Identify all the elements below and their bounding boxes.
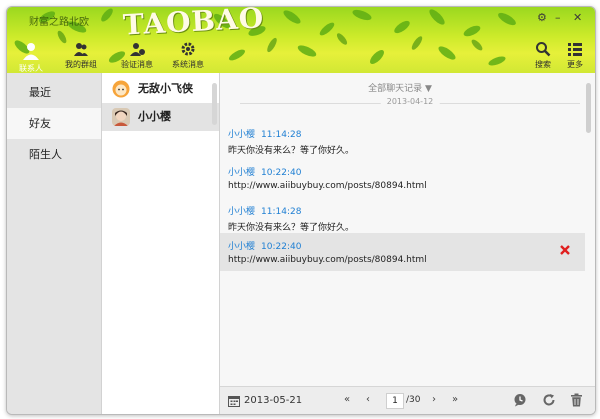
list-icon xyxy=(568,43,582,56)
trash-icon[interactable] xyxy=(570,393,583,407)
verify-icon xyxy=(130,43,145,56)
system-icon xyxy=(181,42,195,56)
friend-list: 无敌小飞侠 小小樱 xyxy=(102,73,220,414)
last-page-button[interactable]: » xyxy=(452,394,458,405)
pagination-bar: 2013-05-21 « ‹ 1 /30 › » xyxy=(220,386,595,414)
separator-date: 2013-04-12 xyxy=(380,97,440,106)
chat-history-window: 财富之路北欧 TAOBAO ⚙ – ✕ 联系人 我的群组 验证消息 系统消息 搜… xyxy=(6,6,596,415)
toolbar-contacts-label: 联系人 xyxy=(19,64,43,73)
toolbar-search-label: 搜索 xyxy=(535,60,551,69)
minimize-button[interactable]: – xyxy=(555,11,561,24)
toolbar-verify-label: 验证消息 xyxy=(121,60,153,69)
person-icon xyxy=(23,43,39,60)
toolbar-verify[interactable]: 验证消息 xyxy=(111,41,163,70)
toolbar-system[interactable]: 系统消息 xyxy=(163,41,213,70)
message-text: 昨天你没有来么？等了你好久。 xyxy=(228,146,355,156)
message-time: 11:14:28 xyxy=(261,207,302,217)
message-sender: 小小樱 xyxy=(228,168,256,178)
category-sidebar: 最近 好友 陌生人 xyxy=(7,73,102,414)
message-meta: 小小樱 11:14:28 xyxy=(228,204,585,217)
message-time: 11:14:28 xyxy=(261,130,302,140)
chat-history-panel: 全部聊天记录 ▼ 2013-04-12 小小樱 11:14:28 昨天你没有来么？… xyxy=(220,73,595,414)
page-total: /30 xyxy=(406,395,421,405)
avatar xyxy=(112,108,130,126)
avatar xyxy=(112,80,130,98)
search-icon xyxy=(536,42,551,57)
toolbar-search[interactable]: 搜索 xyxy=(529,41,557,70)
message-meta: 小小樱 10:22:40 xyxy=(228,239,585,252)
selected-date[interactable]: 2013-05-21 xyxy=(244,395,302,406)
delete-icon[interactable] xyxy=(559,244,571,256)
message-sender: 小小樱 xyxy=(228,242,256,252)
history-bubble-icon[interactable] xyxy=(513,393,527,407)
friend-name: 无敌小飞侠 xyxy=(138,82,193,95)
history-filter-dropdown[interactable]: 全部聊天记录 ▼ xyxy=(220,81,580,94)
toolbar-more[interactable]: 更多 xyxy=(561,41,589,70)
group-icon xyxy=(74,43,88,56)
message-meta: 小小樱 10:22:40 xyxy=(228,165,585,178)
message-item[interactable]: 小小樱 11:14:28 昨天你没有来么？等了你好久。 xyxy=(220,125,585,161)
first-page-button[interactable]: « xyxy=(344,394,350,405)
message-text: 昨天你没有来么？等了你好久。 xyxy=(228,223,355,233)
message-item[interactable]: 小小樱 10:22:40 http://www.aiibuybuy.com/pos… xyxy=(220,163,585,199)
close-button[interactable]: ✕ xyxy=(573,11,582,24)
toolbar-groups[interactable]: 我的群组 xyxy=(57,41,105,70)
toolbar-system-label: 系统消息 xyxy=(172,60,204,69)
friend-scrollbar[interactable] xyxy=(212,83,217,125)
refresh-icon[interactable] xyxy=(542,393,556,407)
toolbar-contacts[interactable]: 联系人 xyxy=(13,41,49,73)
message-meta: 小小樱 11:14:28 xyxy=(228,127,585,140)
toolbar-more-label: 更多 xyxy=(567,60,583,69)
message-text: http://www.aiibuybuy.com/posts/80894.htm… xyxy=(228,255,427,265)
calendar-icon[interactable] xyxy=(228,395,240,407)
message-sender: 小小樱 xyxy=(228,207,256,217)
settings-icon[interactable]: ⚙ xyxy=(537,11,547,24)
category-recent[interactable]: 最近 xyxy=(7,77,101,108)
next-page-button[interactable]: › xyxy=(432,394,436,405)
message-text: http://www.aiibuybuy.com/posts/80894.htm… xyxy=(228,181,427,191)
window-title: 财富之路北欧 xyxy=(29,17,89,28)
prev-page-button[interactable]: ‹ xyxy=(366,394,370,405)
friend-item[interactable]: 无敌小飞侠 xyxy=(102,75,219,103)
toolbar-groups-label: 我的群组 xyxy=(65,60,97,69)
header-banner: 财富之路北欧 TAOBAO ⚙ – ✕ 联系人 我的群组 验证消息 系统消息 搜… xyxy=(7,7,595,73)
page-number-input[interactable]: 1 xyxy=(386,393,404,409)
message-sender: 小小樱 xyxy=(228,130,256,140)
message-time: 10:22:40 xyxy=(261,168,302,178)
category-strangers[interactable]: 陌生人 xyxy=(7,139,101,170)
category-friends[interactable]: 好友 xyxy=(7,108,101,139)
chat-scrollbar[interactable] xyxy=(586,83,591,133)
friend-item[interactable]: 小小樱 xyxy=(102,103,219,131)
message-item-selected[interactable]: 小小樱 10:22:40 http://www.aiibuybuy.com/pos… xyxy=(220,233,585,271)
friend-name: 小小樱 xyxy=(138,110,171,123)
message-time: 10:22:40 xyxy=(261,242,302,252)
date-separator: 2013-04-12 xyxy=(240,97,580,109)
